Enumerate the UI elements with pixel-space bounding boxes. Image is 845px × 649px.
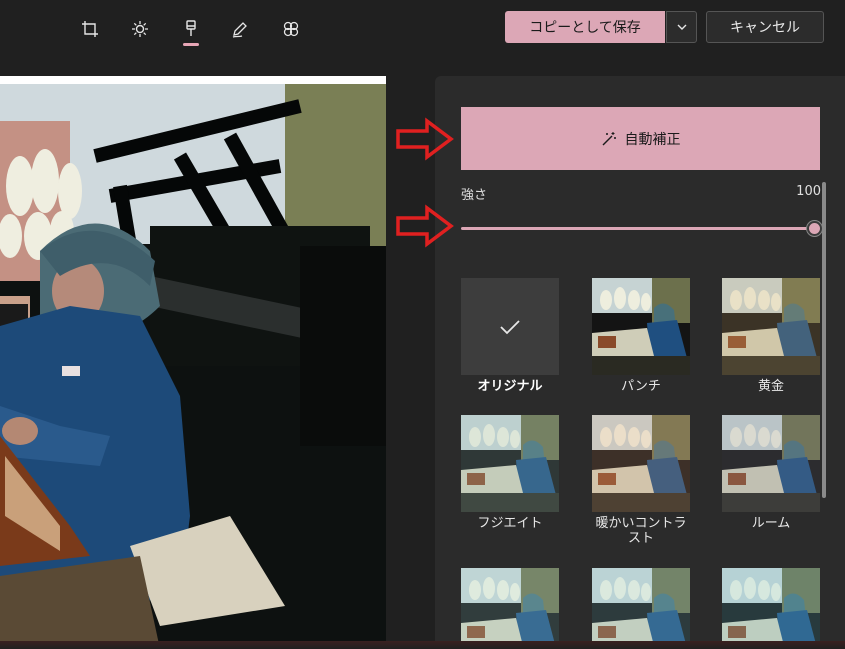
crop-tool[interactable] [73, 12, 107, 46]
strength-slider[interactable] [461, 219, 822, 239]
adjust-tool[interactable] [123, 12, 157, 46]
chevron-down-icon [677, 24, 686, 30]
filter-thumbnail [461, 415, 559, 512]
annotation-arrow-icon [396, 204, 454, 248]
panel-scrollbar[interactable] [822, 182, 826, 498]
filter-option[interactable]: 黄金 [722, 278, 820, 394]
retouch-icon [283, 21, 299, 37]
filter-brush-icon [186, 20, 196, 36]
save-as-copy-button[interactable]: コピーとして保存 [505, 11, 665, 43]
pen-icon [232, 22, 247, 38]
filter-thumbnail [722, 568, 820, 649]
filter-thumbnail [461, 278, 559, 375]
filter-label: フジエイト [477, 516, 543, 531]
strength-value: 100 [796, 184, 821, 199]
brightness-icon [132, 21, 148, 37]
markup-tool[interactable] [223, 12, 257, 46]
filter-thumbnail [592, 568, 690, 649]
slider-thumb[interactable] [807, 221, 822, 236]
filter-tool[interactable] [174, 12, 208, 46]
filter-thumbnail [592, 278, 690, 375]
save-options-dropdown[interactable] [666, 11, 697, 43]
filter-option[interactable]: ルーム [722, 415, 820, 531]
filter-option[interactable]: 暖かいコントラスト [592, 415, 690, 546]
filter-thumbnail [461, 568, 559, 649]
filter-label: 黄金 [757, 379, 784, 394]
taskbar-edge [0, 641, 845, 649]
cancel-button[interactable]: キャンセル [706, 11, 824, 43]
magic-wand-icon [602, 131, 616, 145]
retouch-tool[interactable] [274, 12, 308, 46]
filter-thumbnail [722, 415, 820, 512]
auto-enhance-label: 自動補正 [624, 131, 681, 148]
filter-label: ルーム [751, 516, 791, 531]
filter-option[interactable] [592, 568, 690, 649]
filter-option[interactable] [461, 568, 559, 649]
slider-track [461, 227, 814, 230]
filter-thumbnail [592, 415, 690, 512]
filter-option[interactable] [722, 568, 820, 649]
strength-label: 強さ [461, 188, 488, 203]
photo-image [0, 76, 386, 649]
filter-label: 暖かいコントラスト [595, 516, 687, 546]
filter-label: オリジナル [477, 379, 543, 394]
filter-option[interactable]: フジエイト [461, 415, 559, 531]
filter-thumbnail [722, 278, 820, 375]
editor-toolbar: コピーとして保存 キャンセル [0, 0, 845, 58]
filter-option[interactable]: オリジナル [461, 278, 559, 394]
filter-panel: 自動補正 強さ 100 オリジナル パンチ 黄金フジエイト 暖かいコントラスト ルーム [435, 76, 845, 649]
auto-enhance-button[interactable]: 自動補正 [461, 107, 820, 170]
annotation-arrow-icon [396, 117, 454, 161]
filter-option[interactable]: パンチ [592, 278, 690, 394]
checkmark-icon [500, 319, 520, 334]
photo-canvas [0, 76, 386, 649]
crop-icon [82, 21, 98, 37]
filter-label: パンチ [621, 379, 661, 394]
